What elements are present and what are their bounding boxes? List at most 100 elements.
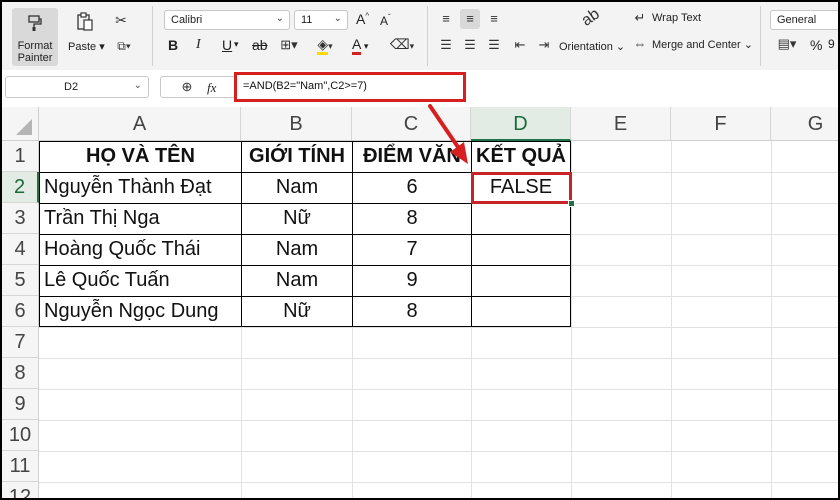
borders-icon[interactable]: ⊞▾: [276, 37, 302, 53]
cell-a5[interactable]: Lê Quốc Tuấn: [40, 265, 241, 296]
ribbon-toolbar: Format Painter Paste ▾ ✂ ⧉▾ Calibri ⌄ 11 ⌄…: [2, 2, 838, 71]
clear-formatting-icon[interactable]: ⌫▾: [388, 36, 416, 54]
cell-a1[interactable]: HỌ VÀ TÊN: [40, 141, 241, 172]
fill-color-icon[interactable]: ◈▾: [312, 36, 338, 55]
spreadsheet-grid: A B C D E F G 1 2 3 4 5 6 7 8 9 10 11 12: [2, 104, 838, 498]
copy-icon[interactable]: ⧉▾: [112, 38, 136, 54]
cell-c6[interactable]: 8: [353, 296, 471, 327]
row-header-11[interactable]: 11: [2, 451, 39, 482]
grow-font-button[interactable]: A^: [356, 11, 369, 27]
chevron-down-icon: ⌄: [275, 13, 284, 24]
align-top-icon[interactable]: ≡: [438, 11, 454, 27]
orientation-button[interactable]: Orientation ⌄: [559, 40, 625, 53]
column-header-b[interactable]: B: [241, 107, 352, 141]
row-header-7[interactable]: 7: [2, 327, 39, 358]
row-header-10[interactable]: 10: [2, 420, 39, 451]
cell-d4[interactable]: [472, 234, 570, 265]
number-format-dropdown[interactable]: General: [770, 10, 838, 30]
column-header-e[interactable]: E: [571, 107, 671, 141]
chevron-down-icon: ⌄: [133, 80, 142, 91]
wrap-text-icon: ↵: [634, 10, 646, 25]
increase-indent-icon[interactable]: ⇥: [536, 37, 552, 53]
column-header-d[interactable]: D: [471, 107, 571, 141]
font-size-dropdown[interactable]: 11 ⌄: [294, 10, 348, 30]
cell-d5[interactable]: [472, 265, 570, 296]
align-right-icon[interactable]: ☰: [486, 37, 502, 53]
align-center-icon[interactable]: ☰: [462, 37, 478, 53]
cell-c2[interactable]: 6: [353, 172, 471, 203]
cell-d1[interactable]: KẾT QUẢ: [472, 141, 570, 172]
row-header-4[interactable]: 4: [2, 234, 39, 265]
row-header-2[interactable]: 2: [2, 172, 39, 203]
row-header-9[interactable]: 9: [2, 389, 39, 420]
comma-style-icon[interactable]: 9: [828, 37, 835, 51]
row-header-1[interactable]: 1: [2, 141, 39, 172]
formula-bar: D2 ⌄ ⊕ fx =AND(B2="Nam",C2>=7): [2, 70, 838, 105]
row-header-8[interactable]: 8: [2, 358, 39, 389]
align-middle-button[interactable]: ≡: [460, 9, 480, 29]
number-format-value: General: [777, 14, 817, 26]
column-header-c[interactable]: C: [352, 107, 471, 141]
align-middle-icon: ≡: [466, 11, 474, 26]
column-header-a[interactable]: A: [39, 107, 241, 141]
cell-b2[interactable]: Nam: [242, 172, 352, 203]
name-box[interactable]: D2 ⌄: [5, 76, 149, 98]
select-all-corner[interactable]: [2, 107, 39, 141]
shrink-font-button[interactable]: Aˇ: [380, 13, 391, 28]
select-all-icon: [16, 119, 32, 135]
excel-window: Format Painter Paste ▾ ✂ ⧉▾ Calibri ⌄ 11 ⌄…: [2, 2, 838, 498]
cell-c1[interactable]: ĐIỂM VĂN: [353, 141, 471, 172]
decrease-indent-icon[interactable]: ⇤: [512, 37, 528, 53]
accounting-format-icon[interactable]: ▤▾: [774, 36, 800, 52]
align-bottom-icon[interactable]: ≡: [486, 11, 502, 27]
orientation-icon[interactable]: ab: [577, 5, 604, 31]
italic-button[interactable]: I: [196, 37, 201, 53]
cell-b1[interactable]: GIỚI TÍNH: [242, 141, 352, 172]
name-box-value: D2: [64, 81, 79, 93]
row-header-6[interactable]: 6: [2, 296, 39, 327]
clipboard-paste-icon[interactable]: [75, 12, 95, 32]
scissors-icon[interactable]: ✂: [112, 12, 130, 28]
font-size-value: 11: [301, 14, 313, 26]
cell-d6[interactable]: [472, 296, 570, 327]
fill-handle[interactable]: [568, 200, 575, 207]
format-painter-button[interactable]: Format Painter: [12, 8, 58, 66]
bold-button[interactable]: B: [168, 37, 178, 53]
column-header-f[interactable]: F: [671, 107, 771, 141]
cell-a6[interactable]: Nguyễn Ngọc Dung: [40, 296, 241, 327]
merge-center-button[interactable]: Merge and Center ⌄: [652, 38, 753, 51]
paste-button[interactable]: Paste ▾: [68, 40, 105, 53]
cell-a4[interactable]: Hoàng Quốc Thái: [40, 234, 241, 265]
cell-c5[interactable]: 9: [353, 265, 471, 296]
row-header-3[interactable]: 3: [2, 203, 39, 234]
chevron-down-icon: ⌄: [333, 13, 342, 24]
wrap-text-button[interactable]: Wrap Text: [652, 12, 701, 24]
font-color-button[interactable]: A ▾: [352, 36, 368, 55]
formula-input[interactable]: =AND(B2="Nam",C2>=7): [234, 72, 466, 102]
cell-b4[interactable]: Nam: [242, 234, 352, 265]
font-name-dropdown[interactable]: Calibri ⌄: [164, 10, 290, 30]
row-header-5[interactable]: 5: [2, 265, 39, 296]
chevron-down-icon[interactable]: ▾: [234, 39, 239, 50]
active-cell-highlight: [471, 172, 572, 204]
cell-d3[interactable]: [472, 203, 570, 234]
cell-a3[interactable]: Trần Thị Nga: [40, 203, 241, 234]
cell-b3[interactable]: Nữ: [242, 203, 352, 234]
cell-c4[interactable]: 7: [353, 234, 471, 265]
format-painter-label-1: Format: [17, 40, 53, 52]
align-left-icon[interactable]: ☰: [438, 37, 454, 53]
merge-center-icon: ⇔: [633, 36, 647, 51]
underline-button[interactable]: U: [222, 37, 232, 53]
font-name-value: Calibri: [171, 14, 203, 26]
strikethrough-icon[interactable]: ab: [252, 37, 268, 53]
formula-tools: ⊕ fx: [160, 76, 238, 98]
insert-function-button[interactable]: fx: [207, 80, 216, 96]
cell-a2[interactable]: Nguyễn Thành Đạt: [40, 172, 241, 203]
percent-button[interactable]: %: [810, 37, 822, 53]
cell-b6[interactable]: Nữ: [242, 296, 352, 327]
column-header-g[interactable]: G: [771, 107, 838, 141]
zoom-icon[interactable]: ⊕: [179, 79, 195, 95]
cell-c3[interactable]: 8: [353, 203, 471, 234]
row-header-12[interactable]: 12: [2, 482, 39, 498]
cell-b5[interactable]: Nam: [242, 265, 352, 296]
